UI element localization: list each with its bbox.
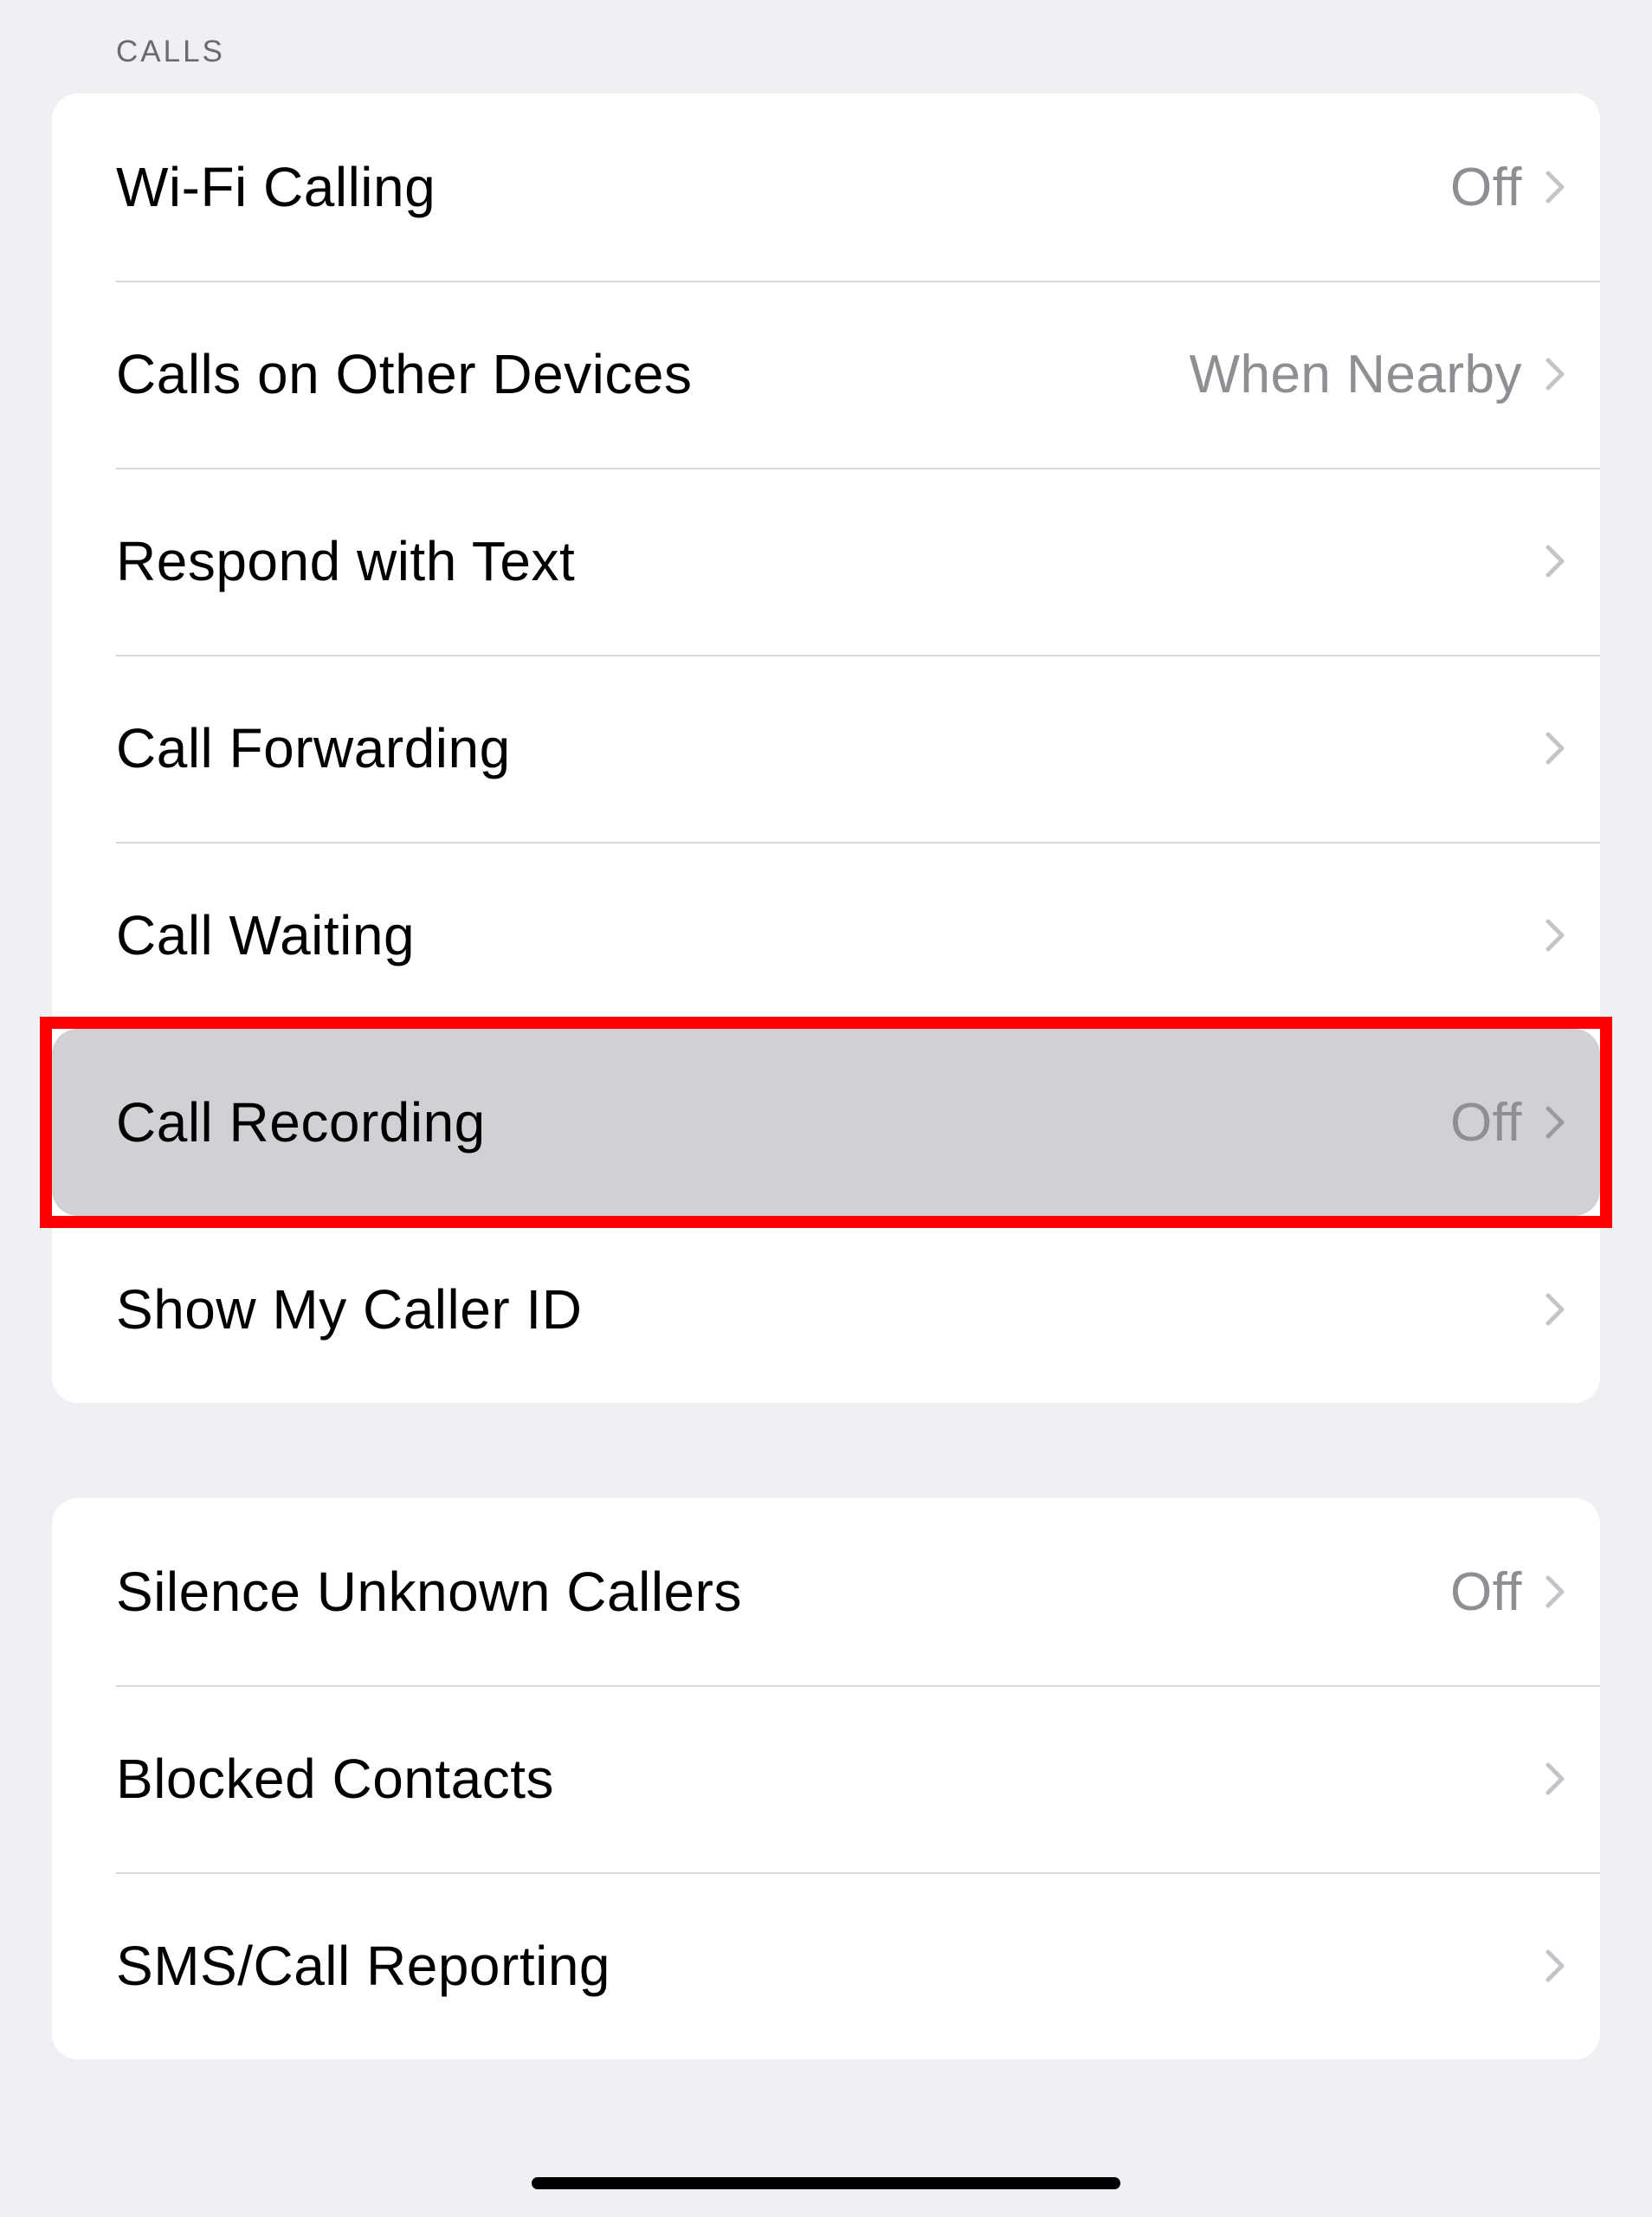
home-indicator[interactable]	[532, 2177, 1120, 2189]
row-right	[1522, 1949, 1565, 1983]
highlight-box: Call Recording Off	[40, 1017, 1612, 1228]
section-header-calls: CALLS	[0, 0, 1652, 94]
row-right: Off	[1450, 1092, 1565, 1154]
chevron-right-icon	[1545, 1105, 1565, 1140]
row-right	[1522, 1292, 1565, 1327]
chevron-right-icon	[1545, 170, 1565, 204]
row-call-forwarding[interactable]: Call Forwarding	[52, 655, 1600, 842]
settings-group-calls: Wi-Fi Calling Off Calls on Other Devices…	[52, 94, 1600, 1403]
row-right: Off	[1450, 1561, 1565, 1623]
row-blocked-contacts[interactable]: Blocked Contacts	[52, 1685, 1600, 1872]
row-right: When Nearby	[1189, 344, 1565, 405]
row-label-call-forwarding: Call Forwarding	[116, 716, 511, 780]
chevron-right-icon	[1545, 357, 1565, 391]
row-right	[1522, 918, 1565, 953]
row-call-waiting[interactable]: Call Waiting	[52, 842, 1600, 1029]
chevron-right-icon	[1545, 544, 1565, 578]
chevron-right-icon	[1545, 1574, 1565, 1609]
row-label-wifi-calling: Wi-Fi Calling	[116, 155, 436, 219]
chevron-right-icon	[1545, 1292, 1565, 1327]
row-label-respond-with-text: Respond with Text	[116, 529, 575, 593]
row-label-show-my-caller-id: Show My Caller ID	[116, 1277, 582, 1341]
row-label-silence-unknown-callers: Silence Unknown Callers	[116, 1560, 742, 1624]
row-right	[1522, 1761, 1565, 1796]
row-label-sms-call-reporting: SMS/Call Reporting	[116, 1934, 610, 1998]
row-label-calls-other-devices: Calls on Other Devices	[116, 342, 692, 406]
chevron-right-icon	[1545, 1949, 1565, 1983]
settings-phone-calls: CALLS Wi-Fi Calling Off Calls on Other D…	[0, 0, 1652, 2059]
chevron-right-icon	[1545, 918, 1565, 953]
row-label-call-waiting: Call Waiting	[116, 903, 415, 967]
row-value-silence-unknown-callers: Off	[1450, 1561, 1522, 1623]
row-show-my-caller-id[interactable]: Show My Caller ID	[52, 1216, 1600, 1403]
chevron-right-icon	[1545, 1761, 1565, 1796]
row-value-call-recording: Off	[1450, 1092, 1522, 1154]
row-wifi-calling[interactable]: Wi-Fi Calling Off	[52, 94, 1600, 281]
row-right	[1522, 731, 1565, 766]
row-call-recording[interactable]: Call Recording Off	[52, 1029, 1600, 1216]
row-sms-call-reporting[interactable]: SMS/Call Reporting	[52, 1872, 1600, 2059]
row-silence-unknown-callers[interactable]: Silence Unknown Callers Off	[52, 1498, 1600, 1685]
row-right: Off	[1450, 157, 1565, 218]
chevron-right-icon	[1545, 731, 1565, 766]
settings-group-calls-2: Silence Unknown Callers Off Blocked Cont…	[52, 1498, 1600, 2059]
row-right	[1522, 544, 1565, 578]
row-value-calls-other-devices: When Nearby	[1189, 344, 1522, 405]
row-respond-with-text[interactable]: Respond with Text	[52, 468, 1600, 655]
row-label-call-recording: Call Recording	[116, 1090, 486, 1154]
row-label-blocked-contacts: Blocked Contacts	[116, 1747, 554, 1811]
row-calls-other-devices[interactable]: Calls on Other Devices When Nearby	[52, 281, 1600, 468]
row-value-wifi-calling: Off	[1450, 157, 1522, 218]
